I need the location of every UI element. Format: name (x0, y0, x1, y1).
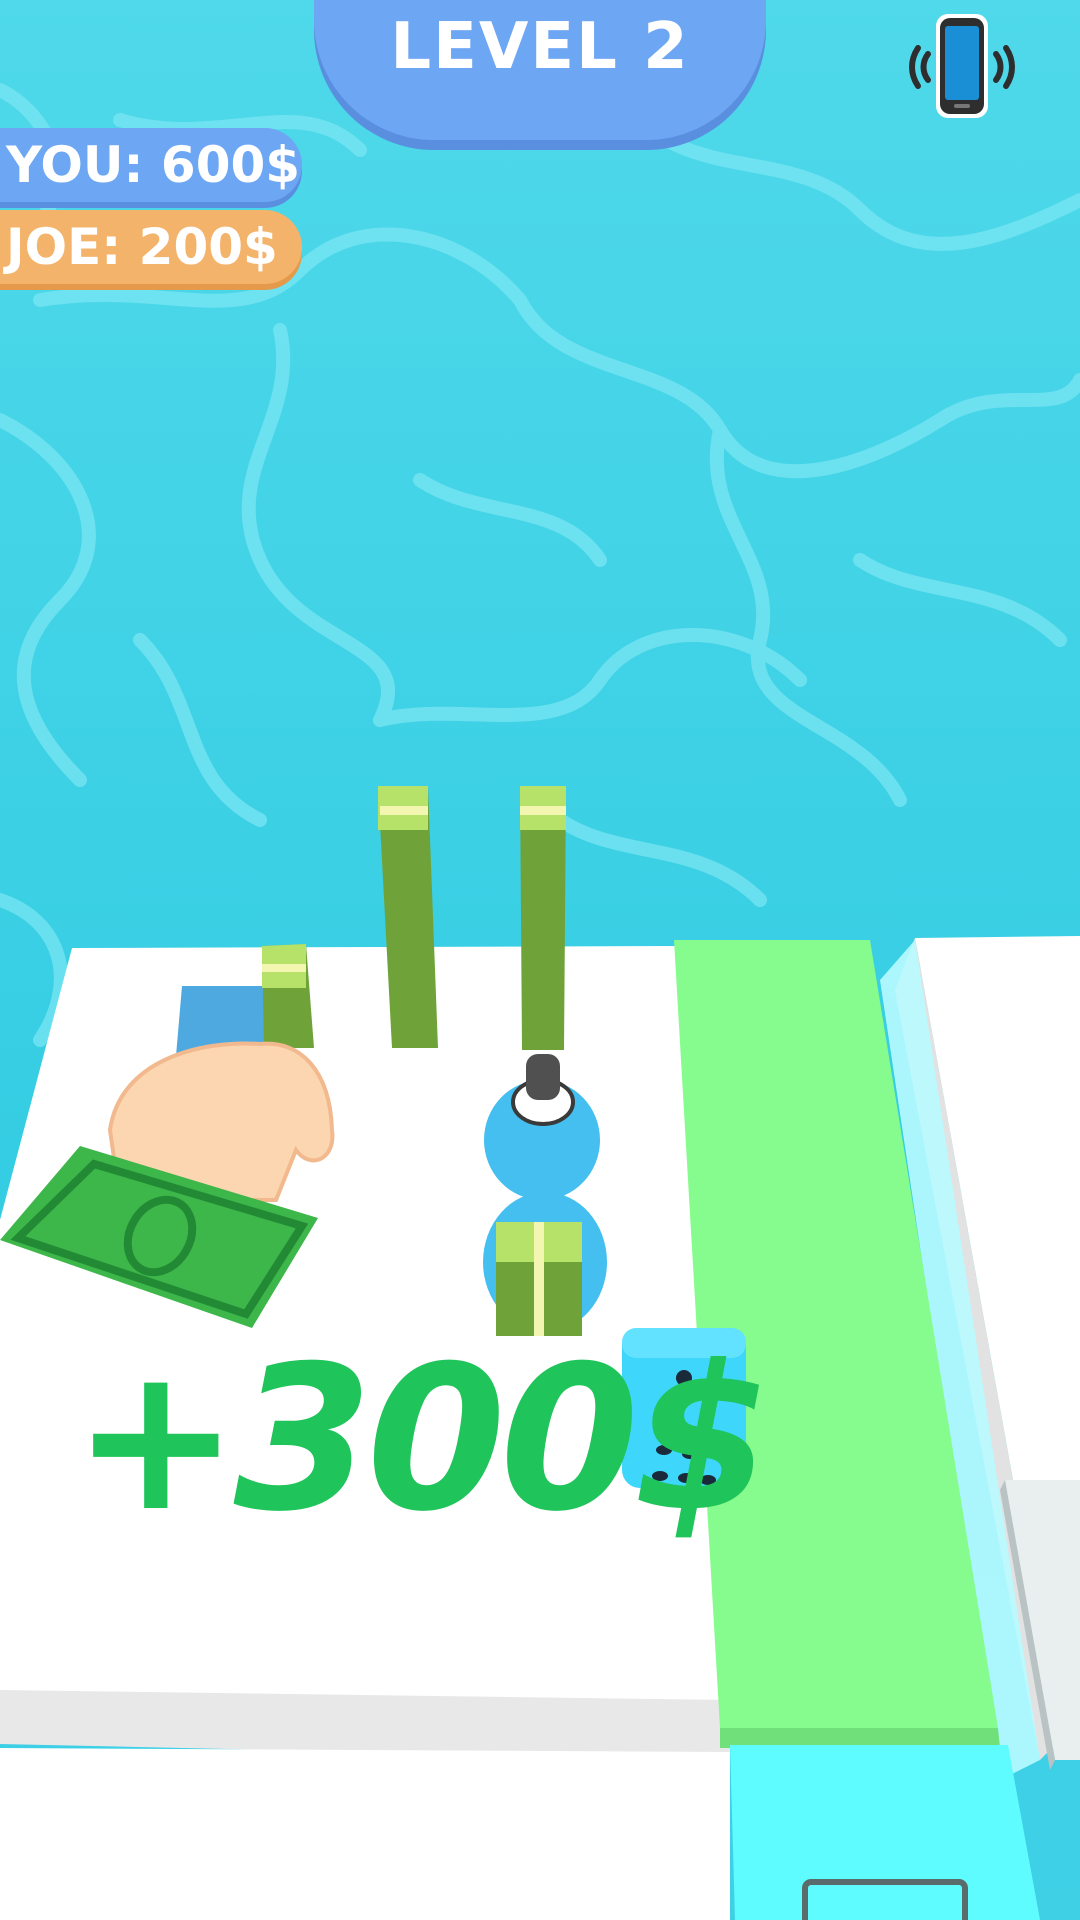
opponent-score-text: JOE: 200$ (6, 218, 278, 276)
cyan-block (730, 1745, 1040, 1920)
player-score-badge: YOU: 600$ (0, 128, 302, 202)
player-score-text: YOU: 600$ (6, 136, 301, 194)
level-label: LEVEL 2 (390, 10, 690, 84)
lower-platform (0, 1748, 730, 1920)
opponent-score-badge: JOE: 200$ (0, 210, 302, 284)
carried-cash (496, 1222, 582, 1336)
vibration-toggle-button[interactable] (900, 8, 1024, 124)
cash-stack-short (262, 944, 314, 1048)
level-indicator: LEVEL 2 (314, 0, 766, 140)
vibration-phone-icon (909, 14, 1015, 118)
game-scene (0, 786, 1080, 1920)
gain-amount-text: +300$ (72, 1323, 772, 1556)
cash-stack-tall-right (520, 786, 566, 1050)
